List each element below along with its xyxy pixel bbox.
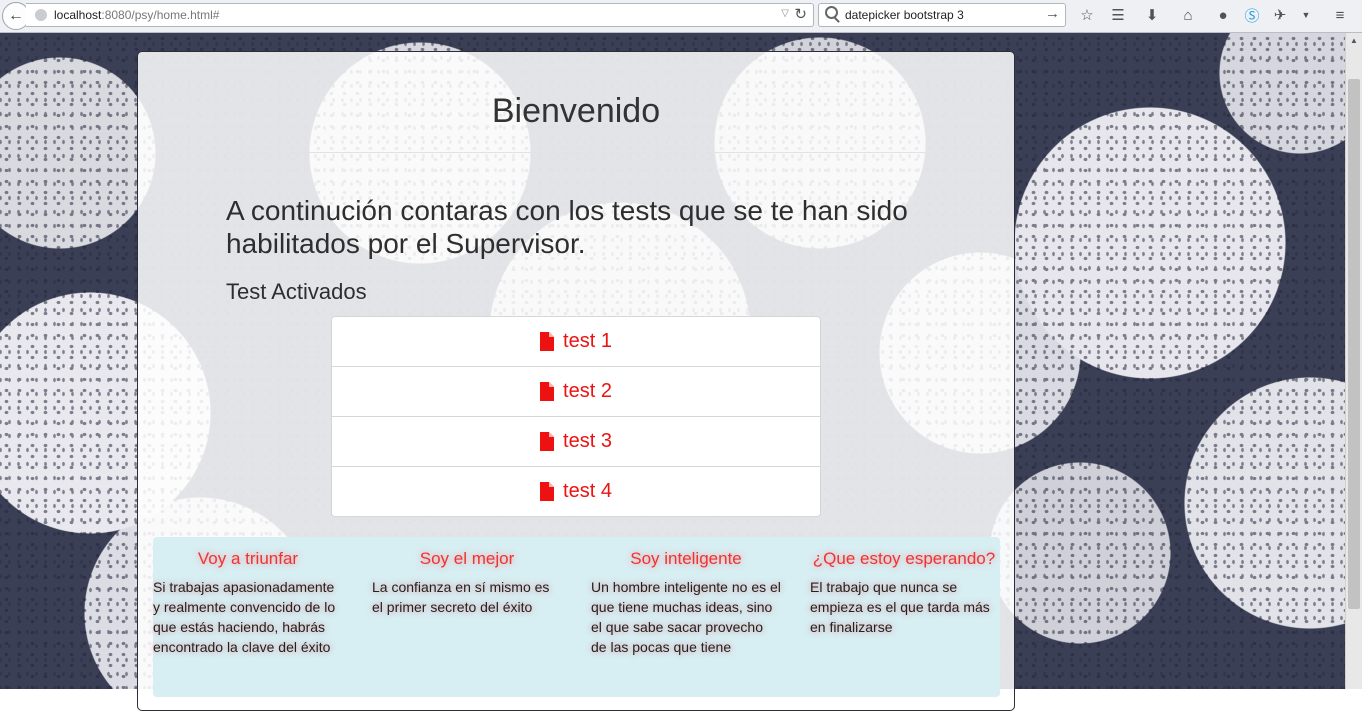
intro-text: A continución contaras con los tests que…: [226, 195, 908, 259]
section-heading: Test Activados: [226, 279, 367, 304]
test-link-1[interactable]: test 1: [331, 316, 821, 367]
bookmarks-menu-icon[interactable]: ☰: [1106, 3, 1130, 27]
skype-icon[interactable]: Ⓢ: [1240, 3, 1264, 27]
overflow-chevron-icon[interactable]: ▼: [1294, 3, 1318, 27]
url-text: localhost:8080/psy/home.html#: [54, 8, 219, 22]
test-list: test 1 test 2 test 3 test 4: [331, 316, 821, 517]
quote-text: Si trabajas apasionadamente y realmente …: [153, 579, 336, 655]
quote-title: Soy inteligente: [630, 549, 742, 568]
quote-text: El trabajo que nunca se empieza es el qu…: [810, 579, 990, 635]
test-link-2[interactable]: test 2: [331, 366, 821, 417]
hamburger-menu-icon[interactable]: ≡: [1328, 3, 1352, 27]
arrow-left-icon: ←: [8, 7, 24, 24]
url-path: :8080/psy/home.html#: [101, 8, 220, 22]
quote-title: Voy a triunfar: [197, 549, 299, 568]
test-label: test 3: [563, 430, 612, 452]
address-bar[interactable]: localhost:8080/psy/home.html# ▽ ↻: [26, 3, 814, 27]
quote-card: Voy a triunfar Si trabajas apasionadamen…: [153, 537, 343, 657]
title-divider: [226, 152, 926, 153]
download-icon[interactable]: ⬇: [1140, 3, 1164, 27]
quotes-panel: Voy a triunfar Si trabajas apasionadamen…: [153, 537, 1000, 697]
test-link-3[interactable]: test 3: [331, 416, 821, 467]
test-label: test 4: [563, 480, 612, 502]
test-link-4[interactable]: test 4: [331, 466, 821, 517]
quote-card: ¿Que estoy esperando? El trabajo que nun…: [810, 537, 1000, 637]
scroll-thumb[interactable]: [1348, 79, 1360, 609]
test-label: test 1: [563, 330, 612, 352]
scroll-up-arrow-icon[interactable]: ▲: [1350, 36, 1358, 45]
quote-card: Soy inteligente Un hombre inteligente no…: [591, 537, 781, 657]
dropdown-arrow-icon[interactable]: ▽: [781, 8, 789, 19]
file-icon: [540, 482, 555, 501]
go-arrow-icon[interactable]: →: [1045, 5, 1060, 22]
browser-toolbar: ← localhost:8080/psy/home.html# ▽ ↻ date…: [0, 0, 1362, 33]
search-icon: [825, 6, 838, 19]
home-icon[interactable]: ⌂: [1176, 3, 1200, 27]
quote-card: Soy el mejor La confianza en sí mismo es…: [372, 537, 562, 617]
quote-text: Un hombre inteligente no es el que tiene…: [591, 579, 781, 655]
quote-title: Soy el mejor: [419, 549, 515, 568]
main-container: Bienvenido A continución contaras con lo…: [137, 51, 1015, 711]
url-host: localhost: [54, 8, 102, 22]
file-icon: [540, 432, 555, 451]
bookmark-star-icon[interactable]: ☆: [1075, 3, 1099, 27]
file-icon: [540, 332, 555, 351]
chat-icon[interactable]: ●: [1211, 3, 1235, 27]
vertical-scrollbar[interactable]: ▲: [1345, 33, 1362, 689]
quote-title: ¿Que estoy esperando?: [812, 549, 996, 568]
page-title: Bienvenido: [491, 92, 661, 130]
addon-icon[interactable]: ✈: [1268, 3, 1292, 27]
globe-icon: [35, 9, 47, 21]
search-bar[interactable]: datepicker bootstrap 3 →: [818, 3, 1066, 27]
reload-icon[interactable]: ↻: [794, 5, 807, 23]
search-query: datepicker bootstrap 3: [845, 8, 964, 22]
test-label: test 2: [563, 380, 612, 402]
quote-text: La confianza en sí mismo es el primer se…: [372, 579, 550, 615]
file-icon: [540, 382, 555, 401]
